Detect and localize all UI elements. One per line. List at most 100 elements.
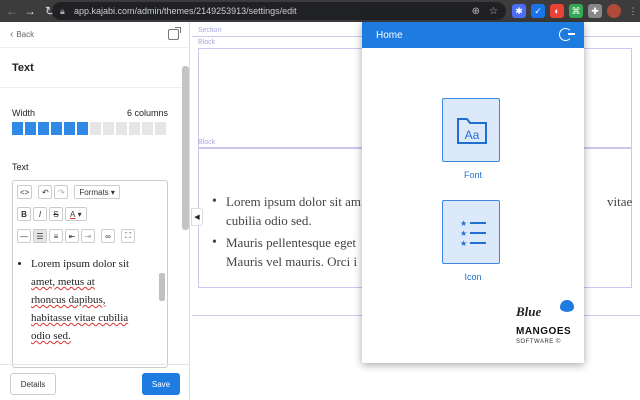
column-cell[interactable] [142, 122, 153, 135]
column-cell[interactable] [51, 122, 62, 135]
editor-scrollbar[interactable] [159, 273, 165, 301]
brand-blue: Blue [516, 304, 542, 319]
numbered-list-button[interactable]: ≡ [49, 229, 63, 243]
column-cell[interactable] [64, 122, 75, 135]
svg-text:★: ★ [460, 239, 467, 248]
font-label[interactable]: Font [362, 170, 584, 180]
back-label: Back [16, 30, 35, 39]
avatar[interactable] [607, 4, 621, 18]
rich-text-editor[interactable]: <> ↶ ↷ Formats ▾ B I S A ▾ — ☰ ≡ ⇤ ⇥ ∞ ⛶ [12, 180, 168, 368]
indent-button[interactable]: ⇥ [81, 229, 95, 243]
column-cell[interactable] [116, 122, 127, 135]
star-list-icon: ★ ★ ★ [460, 219, 486, 248]
forward-arrow-icon[interactable]: → [22, 4, 38, 18]
brand-mangoes: MANGOES [516, 326, 572, 337]
popup-header: Home [362, 22, 584, 48]
editor-line: rhoncus dapibus, [31, 294, 106, 306]
horizontal-rule-button[interactable]: — [17, 229, 31, 243]
details-button[interactable]: Details [10, 373, 56, 395]
formats-dropdown[interactable]: Formats ▾ [74, 185, 120, 199]
column-cell[interactable] [25, 122, 36, 135]
mango-icon [560, 300, 574, 312]
icon-label[interactable]: Icon [362, 272, 584, 282]
chevron-left-icon: ‹ [10, 29, 14, 40]
italic-button[interactable]: I [33, 207, 47, 221]
svg-text:Aa: Aa [465, 128, 480, 142]
popup-title: Home [376, 29, 403, 41]
extension-popup: Home Aa Font ★ ★ ★ Icon Blue MANGOES SOF… [362, 22, 584, 363]
block-label: Block [198, 139, 216, 146]
block-label: Block [198, 39, 216, 46]
back-link[interactable]: ‹ Back [0, 22, 189, 48]
font-folder-icon: Aa [457, 118, 487, 144]
width-label: Width [12, 108, 36, 118]
brand-software: SOFTWARE © [516, 339, 561, 345]
editor-line: Lorem ipsum dolor sit [31, 258, 130, 270]
address-bar[interactable]: 🔒︎ app.kajabi.com/admin/themes/214925391… [52, 2, 506, 20]
bold-button[interactable]: B [17, 207, 31, 221]
text-color-label: A [70, 209, 76, 219]
column-cell[interactable] [103, 122, 114, 135]
extension-icon[interactable]: ✓ [531, 4, 545, 18]
bullet-text-right: vitae [607, 194, 633, 209]
editor-line: habitasse vitae cubilia [31, 312, 129, 324]
font-tile-button[interactable]: Aa [442, 98, 500, 162]
lock-icon: 🔒︎ [60, 6, 65, 16]
panel-footer: Details Save [0, 364, 190, 400]
undo-button[interactable]: ↶ [38, 185, 53, 199]
extension-icon[interactable]: ✱ [512, 4, 526, 18]
source-code-button[interactable]: <> [17, 185, 33, 199]
editor-line: odio sed. [31, 330, 71, 342]
svg-text:★: ★ [460, 219, 467, 228]
column-cell[interactable] [90, 122, 101, 135]
logout-icon[interactable] [559, 28, 575, 41]
extension-icon[interactable]: ⌘ [569, 4, 583, 18]
bookmark-star-icon[interactable]: ☆ [489, 6, 498, 17]
column-cell[interactable] [12, 122, 23, 135]
link-icon[interactable]: ∞ [101, 229, 115, 243]
editor-line: amet, metus at [31, 276, 95, 288]
svg-text:★: ★ [460, 229, 467, 238]
collapse-panel-button[interactable]: ◀ [191, 208, 203, 226]
editor-content[interactable]: Lorem ipsum dolor sit amet, metus at rho… [13, 249, 159, 367]
text-color-dropdown[interactable]: A ▾ [65, 207, 87, 221]
bullet-text: Mauris pellentesque eget [226, 235, 356, 250]
redo-button[interactable]: ↷ [54, 185, 69, 199]
list-item: Lorem ipsum dolor sit amet, metus at rho… [31, 255, 153, 345]
toolbar-row-2: B I S A ▾ [17, 207, 87, 221]
strikethrough-button[interactable]: S [49, 207, 63, 221]
bullet-list-button[interactable]: ☰ [33, 229, 47, 243]
external-link-icon[interactable] [168, 27, 181, 40]
zoom-icon[interactable]: ⊕ [472, 6, 480, 17]
text-field-label: Text [12, 162, 29, 172]
icon-tile-button[interactable]: ★ ★ ★ [442, 200, 500, 264]
puzzle-icon[interactable]: ✚ [588, 4, 602, 18]
column-cell[interactable] [129, 122, 140, 135]
settings-panel: ‹ Back Text Width 6 columns Text <> ↶ ↷ … [0, 22, 190, 400]
toolbar-row-1: <> ↶ ↷ Formats ▾ [17, 185, 120, 199]
more-menu-icon[interactable]: ⋮ [626, 4, 640, 18]
panel-scrollbar[interactable] [182, 66, 189, 230]
section-label: Section [198, 27, 222, 34]
url-text: app.kajabi.com/admin/themes/2149253913/s… [74, 6, 297, 16]
formats-label: Formats [79, 187, 109, 197]
column-cell[interactable] [77, 122, 88, 135]
extensions-bar: ✱ ✓ ◐ ⌘ ✚ ⋮ [512, 3, 640, 19]
column-cell[interactable] [155, 122, 166, 135]
back-arrow-icon[interactable]: ← [4, 4, 20, 18]
outdent-button[interactable]: ⇤ [65, 229, 79, 243]
toolbar-row-3: — ☰ ≡ ⇤ ⇥ ∞ ⛶ [17, 229, 135, 243]
browser-toolbar: ← → ↻ 🔒︎ app.kajabi.com/admin/themes/214… [0, 0, 640, 22]
column-selector[interactable] [12, 122, 166, 135]
save-button[interactable]: Save [142, 373, 180, 395]
bullet-text: Mauris vel mauris. Orci i [226, 254, 358, 269]
bullet-text: Lorem ipsum dolor sit am [226, 194, 362, 209]
bullet-text: cubilia odio sed. [226, 213, 312, 228]
column-cell[interactable] [38, 122, 49, 135]
width-row: Width 6 columns [12, 108, 168, 118]
fullscreen-icon[interactable]: ⛶ [121, 229, 135, 243]
blue-mangoes-logo: Blue MANGOES SOFTWARE © [510, 300, 580, 356]
extension-icon[interactable]: ◐ [550, 4, 564, 18]
panel-title: Text [0, 48, 189, 88]
editor-list: Lorem ipsum dolor sit amet, metus at rho… [31, 255, 153, 345]
